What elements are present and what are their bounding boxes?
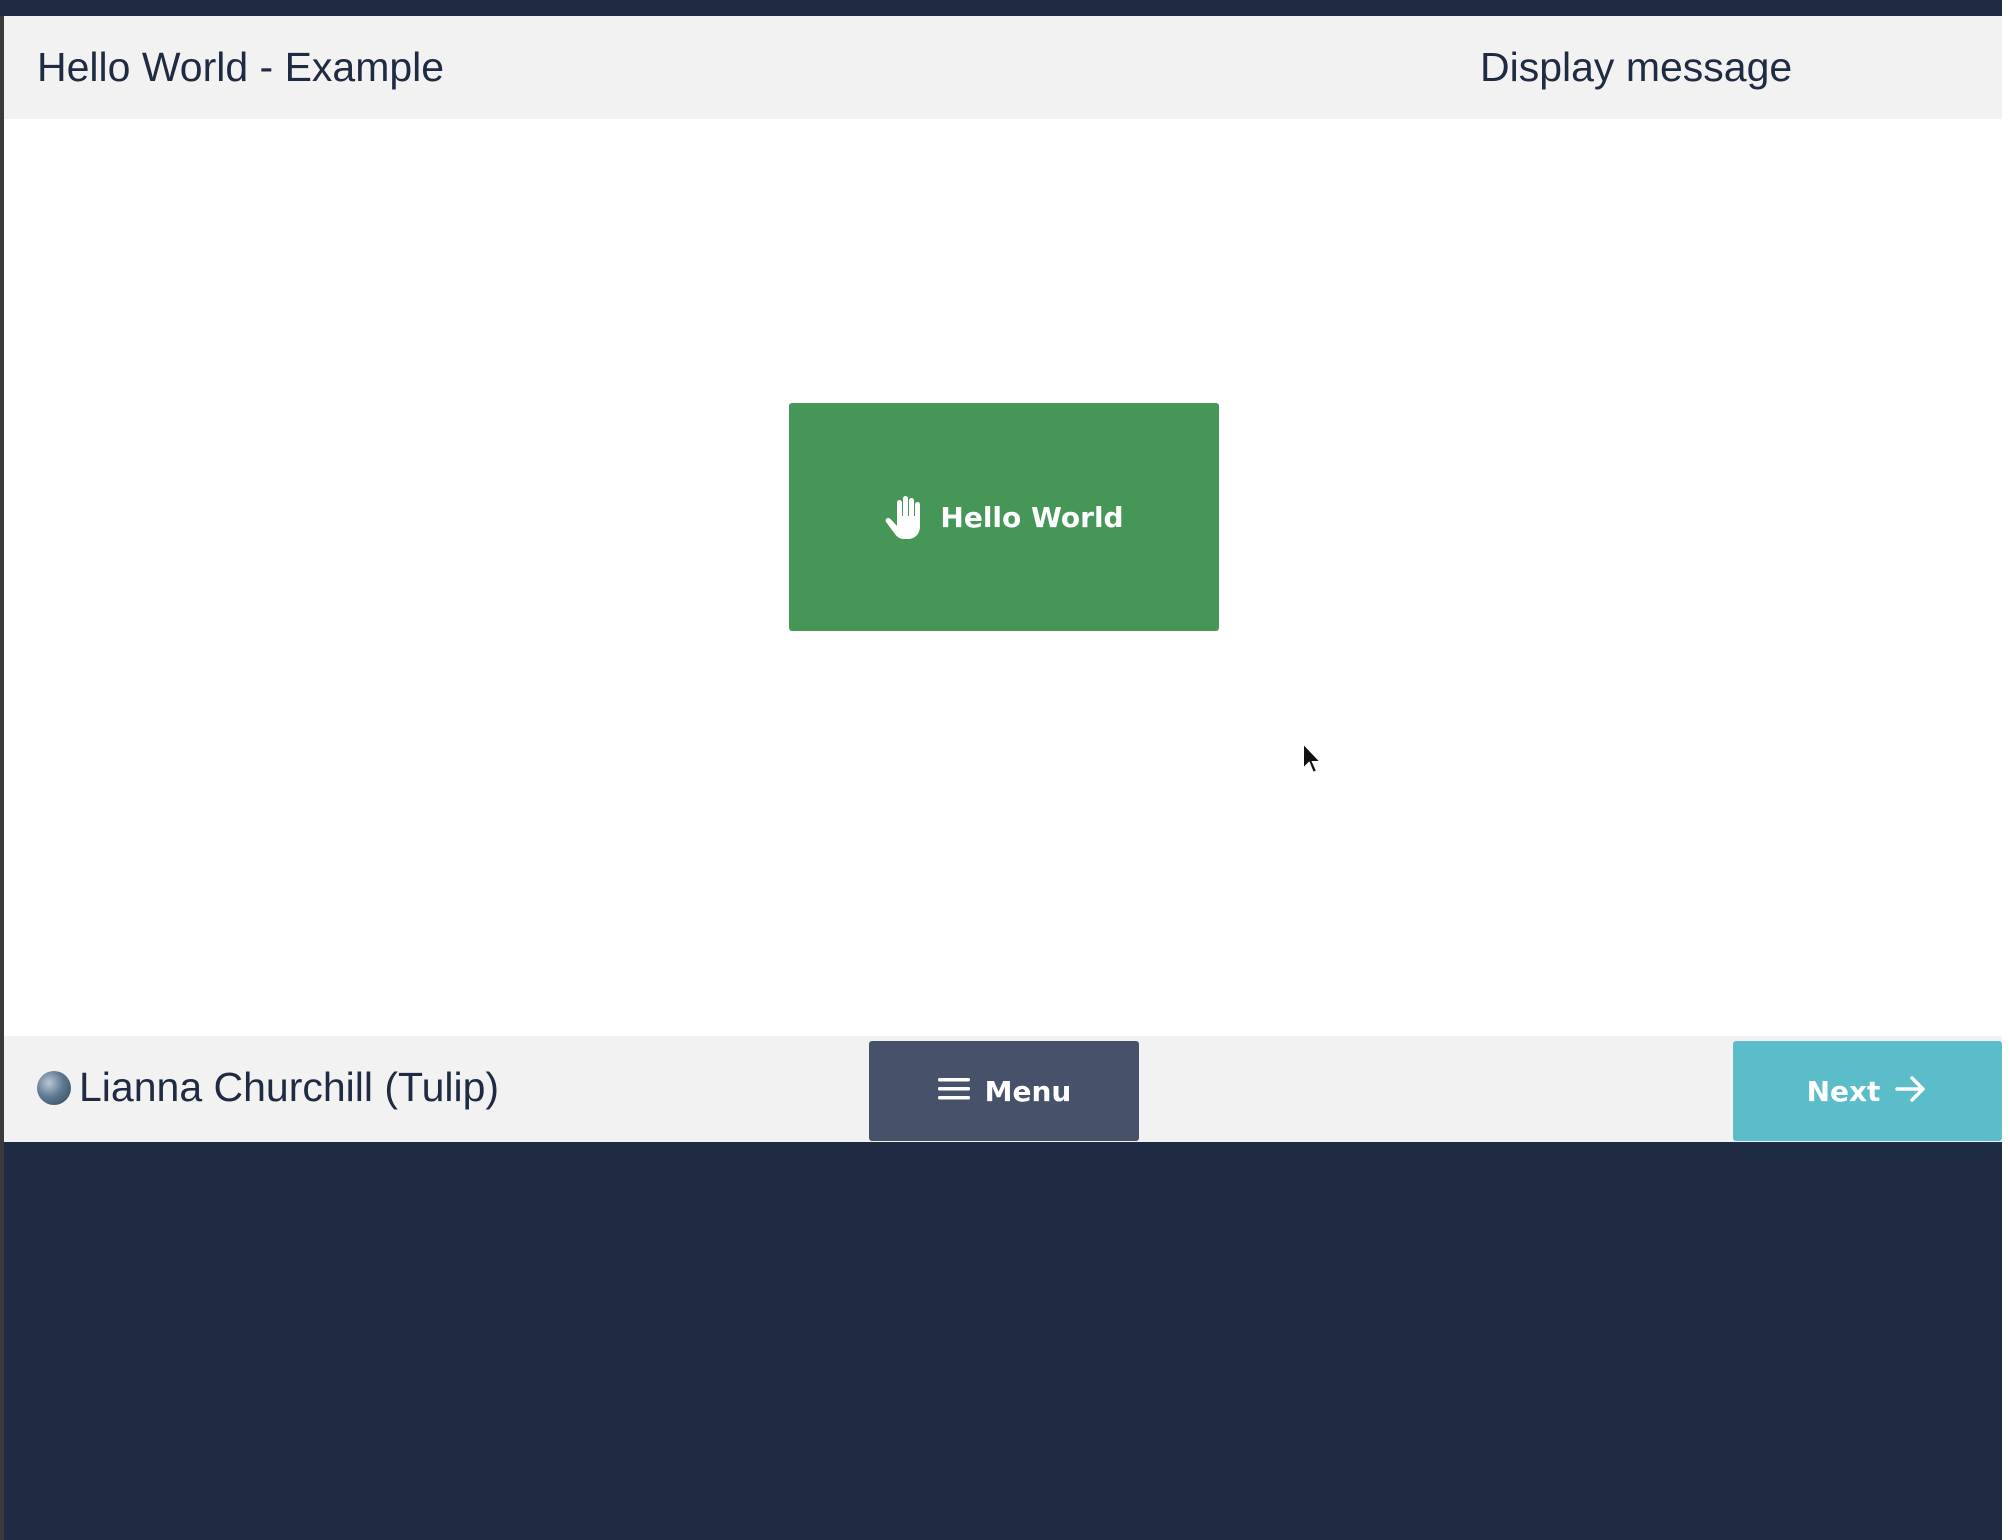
hello-world-button[interactable]: Hello World [789,403,1219,631]
menu-button[interactable]: Menu [869,1041,1139,1141]
mouse-cursor-icon [1302,741,1324,775]
hamburger-icon [937,1076,971,1107]
hand-icon [884,494,928,540]
app-frame: Hello World - Example Display message He… [0,0,2010,1540]
app-title: Hello World - Example [37,44,445,90]
hello-world-label: Hello World [940,500,1124,534]
next-button[interactable]: Next [1733,1041,2002,1141]
step-canvas: Hello World [4,119,2002,1052]
footer-bar: Lianna Churchill (Tulip) Menu Next [4,1036,2002,1142]
window-right-edge [2002,0,2010,1540]
avatar [37,1070,71,1105]
next-label: Next [1806,1074,1881,1108]
header-bar: Hello World - Example Display message [4,16,2002,119]
user-name: Lianna Churchill (Tulip) [79,1064,500,1110]
app-window: Hello World - Example Display message He… [4,16,2002,1142]
arrow-right-icon [1894,1074,1928,1109]
user-info: Lianna Churchill (Tulip) [37,1064,499,1111]
menu-label: Menu [984,1074,1072,1108]
step-title: Display message [1480,44,1793,90]
